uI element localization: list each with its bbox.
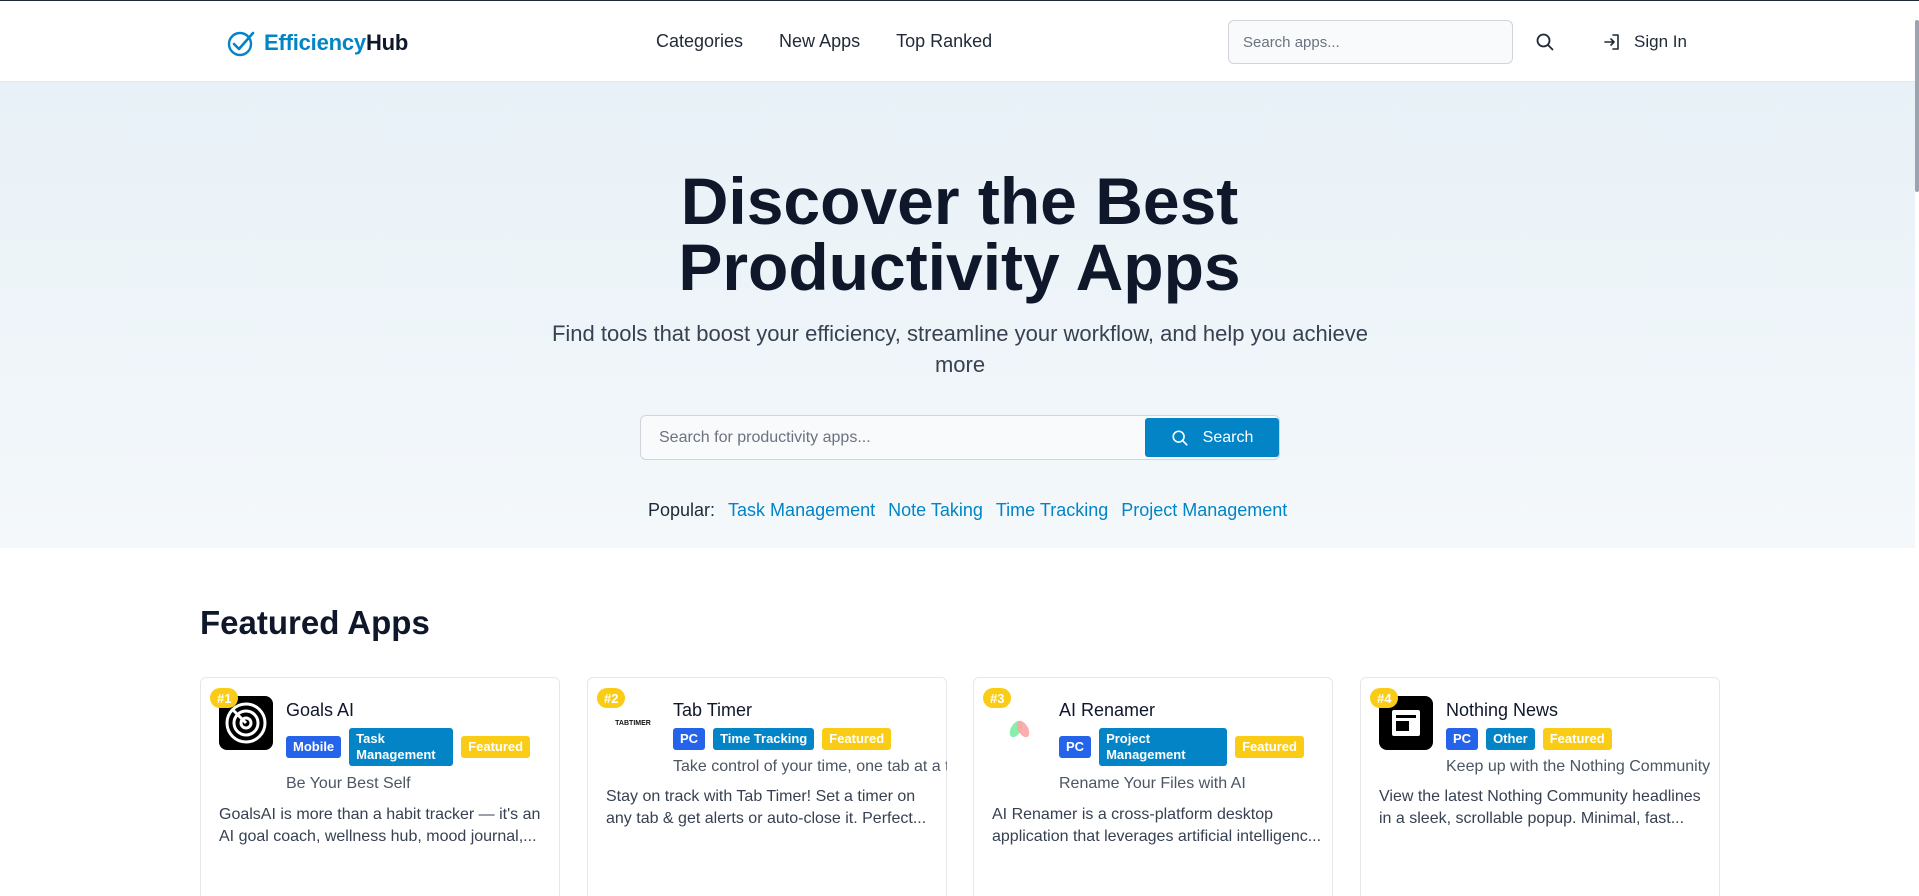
hero-subtitle: Find tools that boost your efficiency, s… <box>551 321 1369 377</box>
app-tagline: Keep up with the Nothing Community <box>1446 758 1711 775</box>
sign-in-label: Sign In <box>1634 32 1687 51</box>
app-description: Stay on track with Tab Timer! Set a time… <box>606 788 927 827</box>
tag-platform: PC <box>673 728 706 750</box>
app-description: AI Renamer is a cross-platform desktop a… <box>992 806 1322 845</box>
search-icon[interactable] <box>1535 32 1555 52</box>
popular-time-tracking[interactable]: Time Tracking <box>996 500 1108 521</box>
popular-task-management[interactable]: Task Management <box>728 500 875 521</box>
app-tagline: Rename Your Files with AI <box>1059 775 1246 792</box>
app-name: Goals AI <box>286 700 355 720</box>
brand-name-part2: Hub <box>365 30 409 55</box>
app-description: View the latest Nothing Community headli… <box>1379 788 1701 827</box>
sign-in-button[interactable]: Sign In <box>1602 32 1687 52</box>
news-icon <box>1392 710 1420 736</box>
app-tagline: Be Your Best Self <box>286 775 411 792</box>
popular-project-management[interactable]: Project Management <box>1121 500 1287 521</box>
popular-label: Popular: <box>648 500 716 520</box>
hero-title-line2: Productivity Apps <box>678 230 1241 304</box>
app-name: AI Renamer <box>1059 700 1156 720</box>
app-tags: PC Project Management Featured <box>1059 728 1304 766</box>
tag-category: Project Management <box>1099 728 1228 766</box>
hero-search-bar: Search <box>640 415 1280 460</box>
tag-featured: Featured <box>822 728 892 750</box>
nav-top-ranked[interactable]: Top Ranked <box>896 31 992 52</box>
brand-logo[interactable]: EfficiencyHub <box>226 27 408 59</box>
tag-platform: PC <box>1059 736 1092 758</box>
rank-badge: #2 <box>597 688 626 708</box>
app-card-nothing-news[interactable]: #4 Nothing News PC Other Featured Keep u… <box>1360 677 1720 896</box>
brand-name-part1: Efficiency <box>264 30 366 55</box>
page-scrollbar[interactable] <box>1915 20 1919 192</box>
tag-platform: Mobile <box>286 736 342 758</box>
rank-badge: #4 <box>1370 688 1399 708</box>
tag-category: Time Tracking <box>713 728 815 750</box>
hero-search-button[interactable]: Search <box>1145 418 1279 457</box>
featured-title: Featured Apps <box>200 604 430 641</box>
hero-search-input[interactable] <box>641 416 1145 459</box>
app-tagline: Take control of your time, one tab at a … <box>673 758 947 775</box>
tag-featured: Featured <box>1542 728 1612 750</box>
tag-featured: Featured <box>1235 736 1304 758</box>
tag-category: Other <box>1486 728 1535 750</box>
tag-platform: PC <box>1446 728 1479 750</box>
hero-title-line1: Discover the Best <box>680 164 1239 238</box>
rank-badge: #1 <box>210 688 239 708</box>
tag-category: Task Management <box>349 728 454 766</box>
popular-tags: Popular: Task Management Note Taking Tim… <box>648 500 1287 521</box>
top-navbar: EfficiencyHub Categories New Apps Top Ra… <box>0 0 1919 82</box>
app-tags: PC Time Tracking Featured <box>673 728 892 750</box>
app-name: Nothing News <box>1446 700 1559 720</box>
tag-featured: Featured <box>461 736 531 758</box>
main-nav: Categories New Apps Top Ranked <box>656 31 992 52</box>
popular-note-taking[interactable]: Note Taking <box>888 500 983 521</box>
app-card-tab-timer[interactable]: TABTIMER #2 Tab Timer PC Time Tracking F… <box>587 677 947 896</box>
app-name: Tab Timer <box>673 700 753 720</box>
search-icon <box>1172 429 1188 446</box>
nav-categories[interactable]: Categories <box>656 31 743 52</box>
rank-badge: #3 <box>983 688 1012 708</box>
hero-search-button-label: Search <box>1202 428 1254 446</box>
check-circle-icon <box>227 31 255 57</box>
hero-section: Discover the Best Productivity Apps Find… <box>0 82 1915 548</box>
app-card-ai-renamer[interactable]: #3 AI Renamer PC Project Management Feat… <box>973 677 1333 896</box>
header-search-input[interactable] <box>1228 20 1513 64</box>
app-tags: Mobile Task Management Featured <box>286 728 531 766</box>
brand-name: EfficiencyHub <box>264 30 408 56</box>
app-logo-text: TABTIMER <box>615 719 651 727</box>
hero-title: Discover the Best Productivity Apps <box>0 168 1919 300</box>
nav-new-apps[interactable]: New Apps <box>779 31 860 52</box>
ai-renamer-logo-icon <box>1009 720 1030 738</box>
app-tags: PC Other Featured <box>1446 728 1612 750</box>
app-card-goals-ai[interactable]: #1 Goals AI Mobile Task Management Featu… <box>200 677 560 896</box>
sign-in-icon <box>1604 34 1619 50</box>
app-description: GoalsAI is more than a habit tracker — i… <box>219 806 541 845</box>
